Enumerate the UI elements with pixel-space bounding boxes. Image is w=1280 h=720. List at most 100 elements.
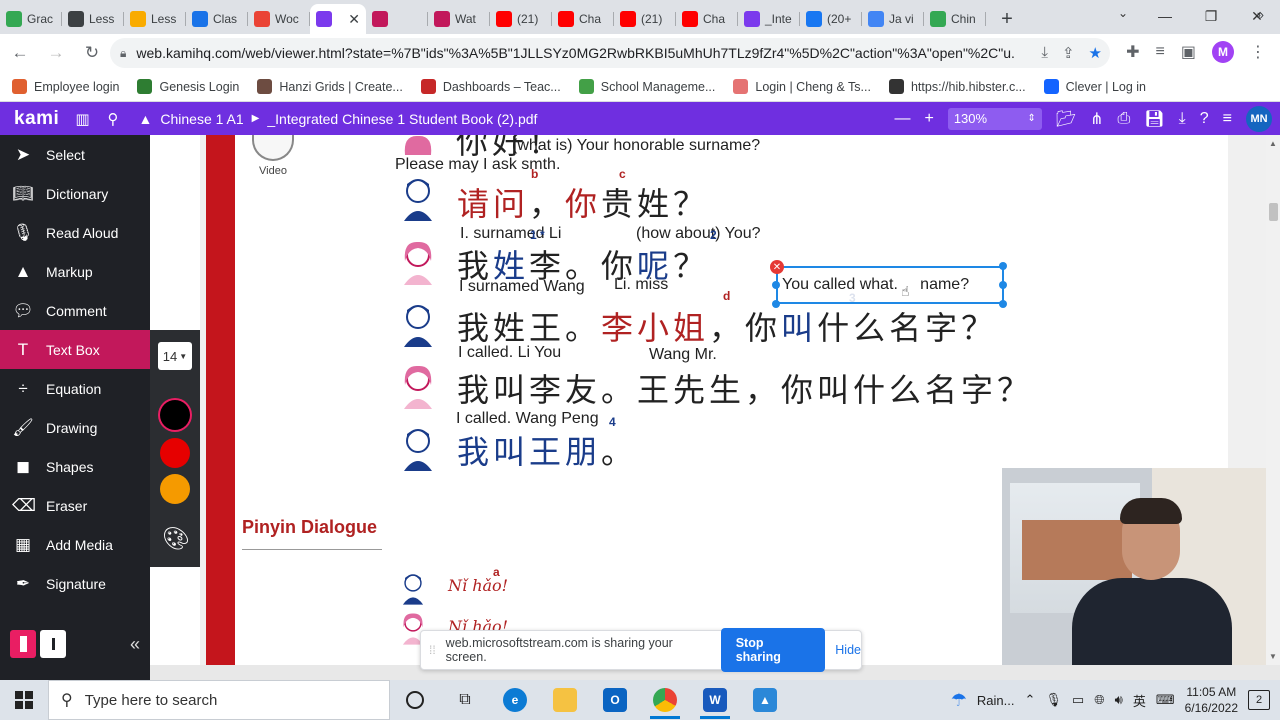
- folder-name[interactable]: Chinese 1 A1: [160, 111, 243, 127]
- tool-add-media[interactable]: ▦ Add Media: [0, 525, 150, 564]
- browser-tab[interactable]: Ja vi: [862, 4, 924, 34]
- restore-icon[interactable]: ❐: [1188, 0, 1234, 32]
- microphone-icon[interactable]: 🎙︎: [1045, 692, 1062, 708]
- side-panel-icon[interactable]: ▣: [1181, 42, 1196, 62]
- share-icon[interactable]: ⋔: [1090, 109, 1103, 129]
- tool-text-box[interactable]: T Text Box: [0, 330, 150, 369]
- browser-tab[interactable]: (21): [490, 4, 552, 34]
- hide-button[interactable]: Hide: [835, 643, 861, 657]
- browser-menu-icon[interactable]: ⋮: [1250, 42, 1266, 62]
- chrome-icon[interactable]: [640, 680, 690, 720]
- user-avatar[interactable]: MN: [1246, 105, 1272, 132]
- back-icon[interactable]: ←: [4, 37, 36, 69]
- resize-handle[interactable]: [999, 300, 1007, 308]
- browser-tab[interactable]: Grac: [0, 4, 62, 34]
- weather-text[interactable]: Rain...: [977, 693, 1015, 708]
- browser-tab[interactable]: Cha: [552, 4, 614, 34]
- download-icon[interactable]: ⤓: [1179, 110, 1186, 128]
- new-tab-icon[interactable]: +: [992, 4, 1022, 34]
- outlook-icon[interactable]: O: [590, 680, 640, 720]
- browser-tab[interactable]: Woc: [248, 4, 310, 34]
- palette-icon[interactable]: 🎨︎: [162, 526, 190, 552]
- reload-icon[interactable]: ↻: [76, 37, 108, 69]
- zoom-select[interactable]: 130% ⇕: [947, 107, 1042, 130]
- ime-mode-icon[interactable]: ⌨: [1156, 692, 1175, 708]
- text-box-annotation[interactable]: You called what. name?: [776, 266, 1004, 304]
- drag-grip-icon[interactable]: ⁞⁞: [429, 643, 436, 657]
- bookmarks-overflow-icon[interactable]: »: [1257, 7, 1264, 22]
- photos-icon[interactable]: ▲: [740, 680, 790, 720]
- vertical-scrollbar[interactable]: ▲ ▼: [1266, 135, 1280, 665]
- windows-start-icon[interactable]: [0, 680, 48, 720]
- bookmark-item[interactable]: Hanzi Grids | Create...: [257, 79, 403, 94]
- volume-icon[interactable]: 🔊︎: [1115, 692, 1123, 708]
- tool-dictionary[interactable]: 📖︎ Dictionary: [0, 174, 150, 213]
- battery-icon[interactable]: ▭: [1072, 692, 1084, 708]
- tool-read-aloud[interactable]: 🎙︎ Read Aloud: [0, 213, 150, 252]
- browser-tab[interactable]: Wat: [428, 4, 490, 34]
- tool-select[interactable]: ➤ Select: [0, 135, 150, 174]
- tool-shapes[interactable]: ◼ Shapes: [0, 447, 150, 486]
- taskbar-search-input[interactable]: ⚲ Type here to search: [48, 680, 390, 720]
- delete-annotation-icon[interactable]: ✕: [770, 260, 784, 274]
- resize-handle[interactable]: [999, 281, 1007, 289]
- cortana-icon[interactable]: [390, 680, 440, 720]
- media-controls-icon[interactable]: ≡: [1156, 43, 1165, 61]
- color-swatch-black[interactable]: [160, 400, 190, 430]
- bookmark-item[interactable]: Clever | Log in: [1043, 79, 1146, 94]
- sidebar-toggle-icon[interactable]: ▥: [75, 110, 89, 128]
- address-bar[interactable]: 🔒︎ web.kamihq.com/web/viewer.html?state=…: [110, 38, 1110, 68]
- scroll-up-icon[interactable]: ▲: [1269, 139, 1277, 148]
- task-view-icon[interactable]: ⧉: [440, 680, 490, 720]
- notifications-icon[interactable]: 2: [1248, 690, 1270, 710]
- color-swatch-red[interactable]: [160, 438, 190, 468]
- lock-icon[interactable]: 🔒︎: [120, 46, 126, 61]
- install-icon[interactable]: ⤓: [1041, 44, 1048, 62]
- kami-logo[interactable]: kami: [14, 108, 59, 130]
- resize-handle[interactable]: [999, 262, 1007, 270]
- browser-tab[interactable]: [366, 4, 428, 34]
- collapse-sidebar-icon[interactable]: «: [130, 634, 140, 655]
- weather-icon[interactable]: ☂: [951, 690, 967, 711]
- word-icon[interactable]: W: [690, 680, 740, 720]
- bookmark-item[interactable]: School Manageme...: [578, 79, 715, 94]
- single-page-view-button[interactable]: [10, 630, 36, 658]
- open-folder-icon[interactable]: 📂︎: [1056, 109, 1076, 129]
- scroll-down-icon[interactable]: ▼: [1269, 652, 1277, 661]
- bookmark-item[interactable]: Dashboards – Teac...: [420, 79, 561, 94]
- font-size-select[interactable]: 14 ▼: [158, 342, 192, 370]
- tool-drawing[interactable]: 🖌︎ Drawing: [0, 408, 150, 447]
- close-tab-icon[interactable]: ✕: [348, 11, 360, 28]
- tool-equation[interactable]: ÷ Equation: [0, 369, 150, 408]
- tab-search-chevron-icon[interactable]: ⌄: [1118, 6, 1128, 20]
- browser-tab[interactable]: (20+: [800, 4, 862, 34]
- document-title[interactable]: _Integrated Chinese 1 Student Book (2).p…: [267, 111, 537, 127]
- share-page-icon[interactable]: ⇪: [1062, 44, 1075, 62]
- search-icon[interactable]: ⚲: [108, 110, 119, 128]
- browser-tab[interactable]: Less: [62, 4, 124, 34]
- minimize-icon[interactable]: —: [1142, 0, 1188, 32]
- stop-sharing-button[interactable]: Stop sharing: [720, 628, 826, 672]
- scroll-thumb[interactable]: [1269, 203, 1278, 221]
- split-view-button[interactable]: [40, 630, 66, 658]
- network-icon[interactable]: 🌐︎: [1094, 692, 1104, 708]
- file-explorer-icon[interactable]: [540, 680, 590, 720]
- bookmark-item[interactable]: Genesis Login: [137, 79, 239, 94]
- video-camera-icon[interactable]: [252, 135, 294, 161]
- tool-comment[interactable]: 💬︎ Comment: [0, 291, 150, 330]
- browser-tab[interactable]: ✕: [310, 4, 366, 34]
- bookmark-item[interactable]: Login | Cheng & Ts...: [733, 79, 871, 94]
- chevron-up-icon[interactable]: ⌃: [1025, 692, 1036, 708]
- resize-handle[interactable]: [772, 300, 780, 308]
- bookmark-item[interactable]: Employee login: [12, 79, 119, 94]
- bookmark-star-icon[interactable]: ★: [1089, 44, 1102, 62]
- zoom-out-icon[interactable]: —: [894, 110, 910, 128]
- zoom-in-icon[interactable]: +: [924, 110, 933, 128]
- extensions-icon[interactable]: ✚: [1126, 42, 1139, 62]
- resize-handle[interactable]: [772, 281, 780, 289]
- browser-tab[interactable]: Less: [124, 4, 186, 34]
- clock[interactable]: 11:05 AM 6/16/2022: [1185, 684, 1238, 716]
- profile-avatar[interactable]: M: [1212, 41, 1234, 63]
- browser-tab[interactable]: _Inte: [738, 4, 800, 34]
- tool-eraser[interactable]: ⌫ Eraser: [0, 486, 150, 525]
